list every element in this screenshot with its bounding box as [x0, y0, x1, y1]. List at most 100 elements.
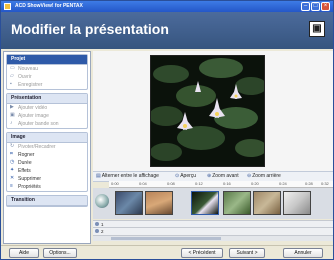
slide-thumbnail[interactable] — [283, 191, 311, 215]
group-image: Image ↻ Pivoter/Recadrer ⌗ Rogner ◷ Durée ✦… — [6, 132, 88, 192]
ruler-tick: 0:16 — [223, 181, 231, 186]
properties-icon: ≡ — [10, 183, 13, 189]
timeline-scrollbar[interactable] — [93, 235, 333, 241]
sidebar-item-pivoter[interactable]: ↻ Pivoter/Recadrer — [7, 143, 87, 151]
slide-thumbnail[interactable] — [253, 191, 281, 215]
slide-track — [93, 188, 333, 219]
sidebar-item-ajouter-image[interactable]: ▣ Ajouter image — [7, 112, 87, 120]
open-icon: ▱ — [10, 73, 14, 79]
group-transition: Transition — [6, 195, 88, 207]
app-icon — [4, 3, 11, 10]
video-icon: ▶ — [10, 104, 14, 110]
audio-icon: ♪ — [10, 120, 13, 126]
sidebar-item-ajouter-video[interactable]: ▶ Ajouter vidéo — [7, 104, 87, 112]
ruler-tick: 0:12 — [195, 181, 203, 186]
sidebar-item-supprimer[interactable]: ✕ Supprimer — [7, 175, 87, 183]
ruler-tick: 0:00 — [111, 181, 119, 186]
sidebar-item-label: Ouvrir — [18, 74, 32, 80]
ruler-tick: 0:24 — [279, 181, 287, 186]
ruler-tick: 0:04 — [139, 181, 147, 186]
group-image-header[interactable]: Image — [7, 133, 87, 143]
save-icon: ▪ — [10, 81, 12, 87]
preview-label: Aperçu — [180, 173, 197, 179]
close-button[interactable]: × — [321, 2, 330, 11]
water-lily-photo — [151, 56, 264, 166]
slideshow-icon: ▣ — [309, 21, 325, 37]
zoom-in-label: Zoom avant — [212, 173, 239, 179]
app-window: ACD ShowView! for PENTAX – □ × Modifier … — [0, 0, 334, 260]
disc-icon — [95, 194, 109, 208]
scrollbar-thumb[interactable] — [111, 237, 221, 240]
sidebar-item-label: Effets — [18, 168, 31, 174]
sidebar-item-label: Ajouter vidéo — [18, 105, 48, 111]
group-presentation: Présentation ▶ Ajouter vidéo ▣ Ajouter ima… — [6, 93, 88, 129]
sidebar-item-label: Pivoter/Recadrer — [18, 144, 56, 150]
preview-icon: ⊙ — [175, 173, 180, 179]
sidebar-item-label: Enregistrer — [18, 82, 43, 88]
slide-thumbnail-selected[interactable] — [191, 191, 219, 215]
sidebar-item-label: Supprimer — [18, 176, 42, 182]
sidebar-item-label: Ajouter image — [18, 113, 49, 119]
next-button[interactable]: Suivant > — [229, 248, 265, 258]
page-header: Modifier la présentation ▣ — [1, 12, 333, 49]
ruler-tick: 0:20 — [251, 181, 259, 186]
time-ruler[interactable]: 0:00 0:04 0:08 0:12 0:16 0:20 0:24 0:28 … — [109, 181, 333, 188]
ruler-tick: 0:28 — [305, 181, 313, 186]
sidebar-item-ouvrir[interactable]: ▱ Ouvrir — [7, 73, 87, 81]
group-transition-header[interactable]: Transition — [7, 196, 87, 206]
cancel-button[interactable]: Annuler — [283, 248, 323, 258]
slide-thumbnail[interactable] — [145, 191, 173, 215]
sidebar-item-label: Rogner — [18, 152, 35, 158]
sidebar-item-ajouter-bande-son[interactable]: ♪ Ajouter bande son — [7, 120, 87, 128]
ruler-tick: 0:08 — [167, 181, 175, 186]
preview-button[interactable]: ⊙Aperçu — [175, 172, 196, 181]
delete-icon: ✕ — [10, 175, 15, 181]
track-row-2[interactable]: 2 — [93, 227, 333, 235]
slide-thumbnail[interactable] — [115, 191, 143, 215]
sidebar-item-enregistrer[interactable]: ▪ Enregistrer — [7, 81, 87, 89]
toggle-view-button[interactable]: ▤Alterner entre le affichage — [96, 172, 159, 181]
audio-track-icon — [95, 229, 99, 233]
toggle-view-icon: ▤ — [96, 173, 101, 179]
minimize-button[interactable]: – — [301, 2, 310, 11]
main-panel: ▤Alterner entre le affichage ⊙Aperçu ⊕Zo… — [93, 51, 333, 244]
duration-icon: ◷ — [10, 159, 15, 165]
sidebar-item-proprietes[interactable]: ≡ Propriétés — [7, 183, 87, 191]
toggle-view-label: Alterner entre le affichage — [101, 173, 159, 179]
sidebar-item-label: Propriétés — [18, 184, 41, 190]
previous-button[interactable]: < Précédent — [181, 248, 223, 258]
preview-area — [93, 51, 333, 171]
sidebar-item-effets[interactable]: ✦ Effets — [7, 167, 87, 175]
slide-thumbnail[interactable] — [223, 191, 251, 215]
sidebar-item-label: Ajouter bande son — [18, 121, 59, 127]
zoom-out-icon: ⊖ — [247, 173, 252, 179]
sidebar-item-rogner[interactable]: ⌗ Rogner — [7, 151, 87, 159]
zoom-out-button[interactable]: ⊖Zoom arrière — [247, 172, 281, 181]
rotate-icon: ↻ — [10, 143, 15, 149]
help-button[interactable]: Aide — [9, 248, 39, 258]
group-projet-header[interactable]: Projet — [7, 55, 87, 65]
maximize-button[interactable]: □ — [311, 2, 320, 11]
wizard-footer: Aide Options... < Précédent Suivant > An… — [1, 245, 333, 259]
sidebar-item-label: Durée — [18, 160, 32, 166]
preview-image — [150, 55, 265, 167]
track-number: 2 — [101, 229, 104, 234]
crop-icon: ⌗ — [10, 151, 13, 157]
sidebar-item-label: Nouveau — [18, 66, 39, 72]
sidebar-item-nouveau[interactable]: ▭ Nouveau — [7, 65, 87, 73]
options-button[interactable]: Options... — [43, 248, 77, 258]
zoom-in-button[interactable]: ⊕Zoom avant — [207, 172, 239, 181]
image-icon: ▣ — [10, 112, 15, 118]
effects-icon: ✦ — [10, 167, 15, 173]
sidebar-item-duree[interactable]: ◷ Durée — [7, 159, 87, 167]
group-presentation-header[interactable]: Présentation — [7, 94, 87, 104]
new-icon: ▭ — [10, 65, 15, 71]
group-projet: Projet ▭ Nouveau ▱ Ouvrir ▪ Enregistrer — [6, 54, 88, 90]
ruler-tick: 0:32 — [321, 181, 329, 186]
window-title: ACD ShowView! for PENTAX — [15, 3, 83, 9]
zoom-out-label: Zoom arrière — [252, 173, 281, 179]
page-title: Modifier la présentation — [11, 21, 169, 37]
title-bar: ACD ShowView! for PENTAX – □ × — [1, 1, 333, 12]
task-sidebar: Projet ▭ Nouveau ▱ Ouvrir ▪ Enregistrer Pré… — [3, 51, 91, 244]
audio-track-icon — [95, 222, 99, 226]
